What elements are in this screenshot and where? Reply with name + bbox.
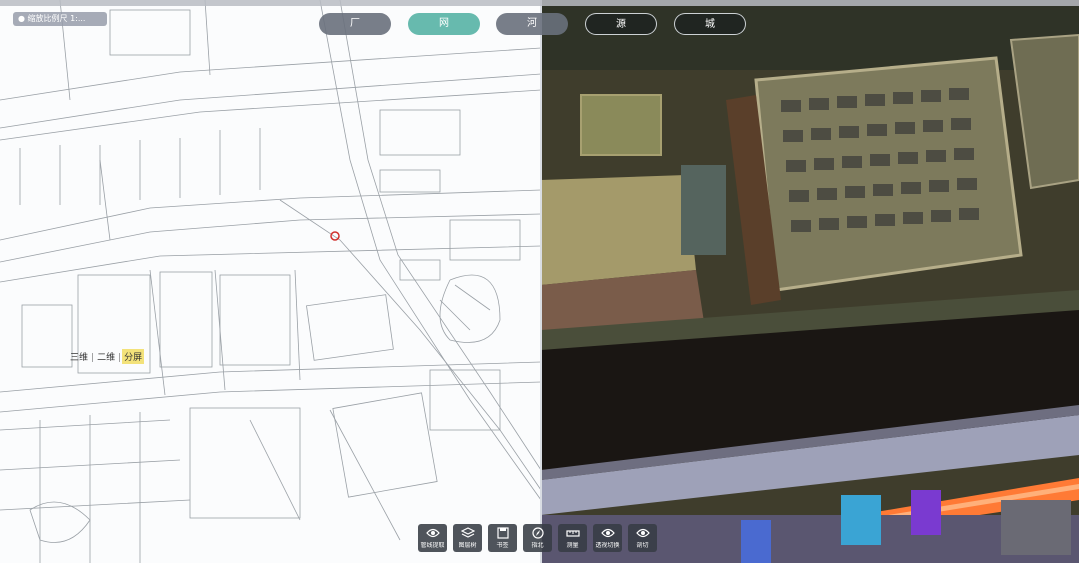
bottom-toolbar: 管线提取 图层树 书签 指北 测量 透视切换 剖切 <box>418 524 657 552</box>
chip-factory[interactable]: 厂 <box>319 13 391 35</box>
view-mode-switch: 三维 | 二维 | 分屏 <box>68 349 145 364</box>
mode-2d-button[interactable]: 二维 <box>95 349 117 364</box>
top-strip <box>0 0 1079 6</box>
tool-label: 图层树 <box>458 542 477 549</box>
layer-status-tag: ● 缩放比例尺 1:... <box>13 12 107 26</box>
cad-linework <box>0 0 541 563</box>
chip-city[interactable]: 城 <box>674 13 746 35</box>
cad-map-pane[interactable]: ● 缩放比例尺 1:... 三维 | 二维 | 分屏 <box>0 0 541 563</box>
tool-label: 剖切 <box>636 542 649 549</box>
section-cut-button[interactable]: 剖切 <box>628 524 657 552</box>
save-icon <box>496 527 509 539</box>
tool-label: 测量 <box>566 542 579 549</box>
compass-button[interactable]: 指北 <box>523 524 552 552</box>
map-viewer[interactable]: ● 缩放比例尺 1:... 三维 | 二维 | 分屏 厂 网 河 源 城 管线提… <box>0 0 1079 563</box>
eye-icon <box>425 528 440 538</box>
pipeline-extract-button[interactable]: 管线提取 <box>418 524 447 552</box>
tool-label: 透视切换 <box>595 542 620 549</box>
chip-river[interactable]: 河 <box>496 13 568 35</box>
split-divider[interactable] <box>540 0 542 563</box>
eye-icon <box>635 528 650 538</box>
eye-icon <box>600 528 615 538</box>
bookmark-button[interactable]: 书签 <box>488 524 517 552</box>
tool-label: 书签 <box>496 542 509 549</box>
compass-icon <box>531 527 544 539</box>
ruler-icon <box>565 530 580 537</box>
measure-button[interactable]: 测量 <box>558 524 587 552</box>
layer-tree-button[interactable]: 图层树 <box>453 524 482 552</box>
satellite-imagery <box>541 0 1079 563</box>
mode-3d-button[interactable]: 三维 <box>68 349 90 364</box>
satellite-map-pane[interactable] <box>541 0 1079 563</box>
tool-label: 管线提取 <box>420 542 445 549</box>
chip-source[interactable]: 源 <box>585 13 657 35</box>
perspective-toggle-button[interactable]: 透视切换 <box>593 524 622 552</box>
layers-icon <box>460 527 475 538</box>
tool-label: 指北 <box>531 542 544 549</box>
mode-split-button[interactable]: 分屏 <box>122 349 145 364</box>
chip-network[interactable]: 网 <box>408 13 480 35</box>
